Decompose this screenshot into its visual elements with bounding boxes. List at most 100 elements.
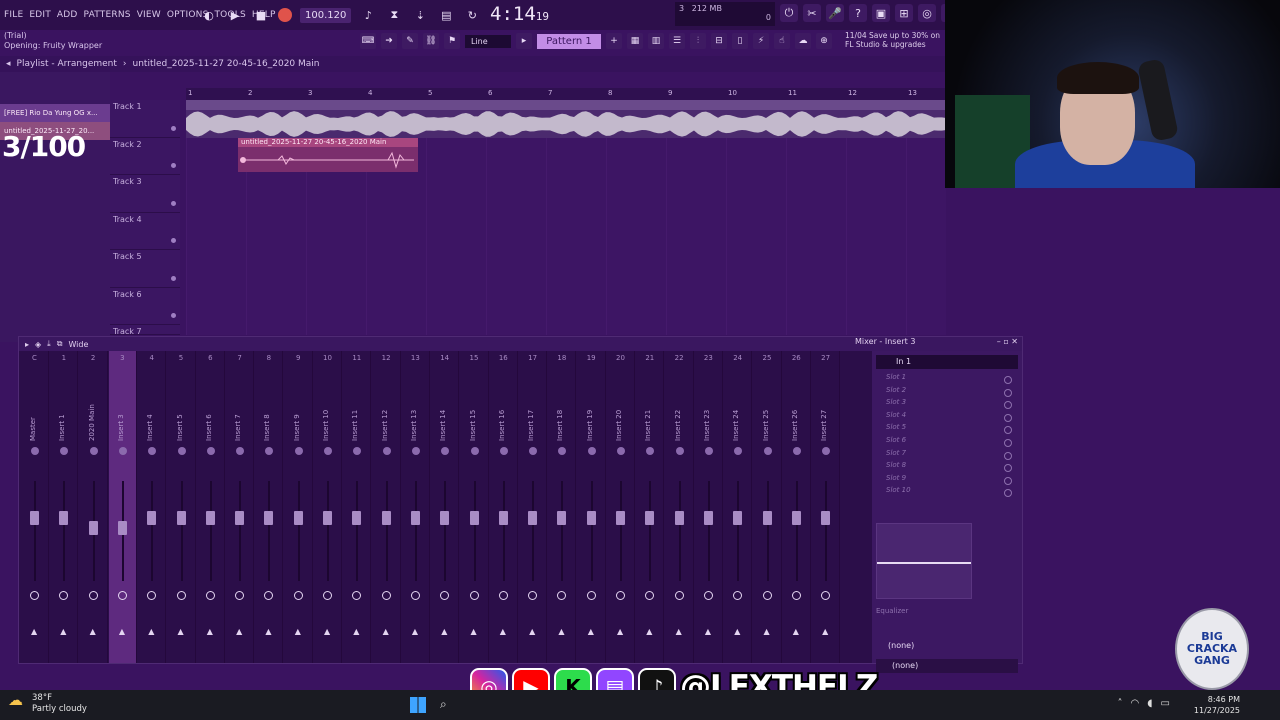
pan-knob[interactable] [324, 447, 332, 455]
route-toggle[interactable] [440, 591, 450, 600]
playlist-arrow-icon[interactable]: ◂ [6, 59, 11, 69]
mixer-view-icon[interactable]: ⧉ [57, 339, 63, 349]
input-select[interactable]: In 1 [876, 355, 1018, 369]
send-arrow-icon[interactable]: ▲ [324, 627, 330, 636]
route-toggle[interactable] [733, 591, 743, 600]
route-toggle[interactable] [293, 591, 303, 600]
route-select[interactable]: (none) [876, 659, 1018, 673]
mixer-strip[interactable]: 10 Insert 10 ▲ [314, 351, 342, 663]
pan-knob[interactable] [558, 447, 567, 455]
link-icon[interactable]: ⛓ [423, 33, 439, 49]
timeline-ruler[interactable]: 1 2 3 4 5 6 7 8 9 10 11 12 13 [186, 88, 946, 100]
send-arrow-icon[interactable]: ▲ [646, 627, 652, 636]
mixer-icon[interactable]: ⫶ [690, 33, 706, 49]
play-icon[interactable]: ▶ [226, 6, 244, 24]
send-arrow-icon[interactable]: ▲ [617, 627, 623, 636]
route-toggle[interactable] [410, 591, 420, 600]
pan-knob[interactable] [587, 447, 596, 455]
save-icon[interactable]: ⤓ [47, 339, 51, 349]
route-toggle[interactable] [176, 591, 186, 600]
send-arrow-icon[interactable]: ▲ [676, 627, 682, 636]
mixer-strip[interactable]: 16 Insert 16 ▲ [490, 351, 518, 663]
chat-icon[interactable]: ◎ [918, 4, 936, 22]
tempo-display[interactable]: 100.120 [300, 7, 352, 23]
mixer-strip[interactable]: 3 Insert 3 ▲ [108, 351, 137, 663]
send-arrow-icon[interactable]: ▲ [236, 627, 242, 636]
search-icon[interactable]: ⌕ [440, 697, 447, 712]
channel-rack-icon[interactable]: ☰ [669, 33, 685, 49]
route-toggle[interactable] [586, 591, 596, 600]
volume-fader[interactable] [440, 511, 450, 525]
cloud-icon[interactable]: ☁ [795, 33, 811, 49]
mixer-strip[interactable]: 23 Insert 23 ▲ [695, 351, 723, 663]
send-arrow-icon[interactable]: ▲ [90, 627, 96, 636]
eq-display[interactable] [876, 523, 972, 599]
send-arrow-icon[interactable]: ▲ [119, 627, 125, 636]
route-select[interactable]: (none) [888, 641, 914, 650]
help-icon[interactable]: ? [849, 4, 867, 22]
track-header[interactable]: Track 3 [110, 175, 180, 213]
send-arrow-icon[interactable]: ▲ [441, 627, 447, 636]
close-icon[interactable]: ✕ [1011, 337, 1018, 346]
pan-knob[interactable] [646, 447, 655, 455]
volume-fader[interactable] [410, 511, 420, 525]
route-toggle[interactable] [674, 591, 684, 600]
pan-knob[interactable] [118, 447, 127, 455]
mixer-strip[interactable]: 7 Insert 7 ▲ [226, 351, 255, 663]
file-icon[interactable]: ▯ [732, 33, 748, 49]
effect-slot[interactable]: Slot 4 [872, 411, 1022, 424]
mixer-strip[interactable]: 11 Insert 11 ▲ [343, 351, 372, 663]
pan-knob[interactable] [763, 447, 772, 455]
mixer-strip[interactable]: 24 Insert 24 ▲ [724, 351, 753, 663]
send-arrow-icon[interactable]: ▲ [295, 627, 301, 636]
effect-slot[interactable]: Slot 8 [872, 461, 1022, 474]
route-toggle[interactable] [791, 591, 801, 600]
volume-fader[interactable] [821, 511, 831, 525]
mixer-strip[interactable]: 27 Insert 27 ▲ [812, 351, 841, 663]
send-arrow-icon[interactable]: ▲ [822, 627, 828, 636]
volume-fader[interactable] [176, 511, 186, 525]
mixer-strip[interactable]: 2 2020 Main ▲ [80, 351, 108, 663]
record-icon[interactable] [278, 8, 292, 22]
mixer-strip[interactable]: 17 Insert 17 ▲ [519, 351, 548, 663]
track-mute-dot[interactable] [171, 163, 176, 168]
pan-knob[interactable] [792, 447, 801, 455]
menu-arrow-icon[interactable]: ▸ [25, 340, 29, 349]
stamp-icon[interactable]: ⚑ [444, 33, 460, 49]
track-mute-dot[interactable] [171, 275, 176, 281]
pan-knob[interactable] [529, 447, 538, 455]
volume-fader[interactable] [381, 511, 391, 525]
minimize-icon[interactable]: – [997, 337, 1001, 346]
volume-icon[interactable]: ◖ [1147, 698, 1152, 709]
send-arrow-icon[interactable]: ▲ [500, 627, 506, 636]
volume-fader[interactable] [323, 511, 332, 525]
route-toggle[interactable] [616, 591, 625, 600]
volume-fader[interactable] [352, 511, 362, 525]
step-edit-icon[interactable]: ▤ [437, 6, 455, 24]
pan-knob[interactable] [294, 447, 303, 455]
pan-knob[interactable] [382, 447, 391, 455]
effect-slot[interactable]: Slot 9 [872, 474, 1022, 487]
route-toggle[interactable] [352, 591, 362, 600]
mixer-strip[interactable]: 14 Insert 14 ▲ [431, 351, 460, 663]
volume-fader[interactable] [557, 511, 567, 525]
pan-knob[interactable] [617, 447, 625, 455]
route-toggle[interactable] [821, 591, 831, 600]
pan-knob[interactable] [499, 447, 508, 455]
loop-record-icon[interactable]: ↻ [463, 6, 481, 24]
mixer-strip[interactable]: 18 Insert 18 ▲ [548, 351, 577, 663]
track-header[interactable]: Track 2 [110, 138, 180, 175]
volume-fader[interactable] [703, 511, 713, 525]
volume-fader[interactable] [235, 511, 245, 525]
effect-slot[interactable]: Slot 2 [872, 386, 1022, 399]
pan-knob[interactable] [441, 447, 450, 455]
mixer-strip[interactable]: 12 Insert 12 ▲ [373, 351, 401, 663]
playlist-icon[interactable]: ▦ [627, 33, 643, 49]
mixer-strip[interactable]: 22 Insert 22 ▲ [666, 351, 694, 663]
send-arrow-icon[interactable]: ▲ [705, 627, 711, 636]
volume-fader[interactable] [674, 511, 684, 525]
track-header[interactable]: Track 5 [110, 250, 180, 288]
effect-slot[interactable]: Slot 1 [872, 373, 1022, 386]
volume-fader[interactable] [205, 511, 215, 525]
mixer-preset[interactable]: Wide [68, 340, 88, 349]
